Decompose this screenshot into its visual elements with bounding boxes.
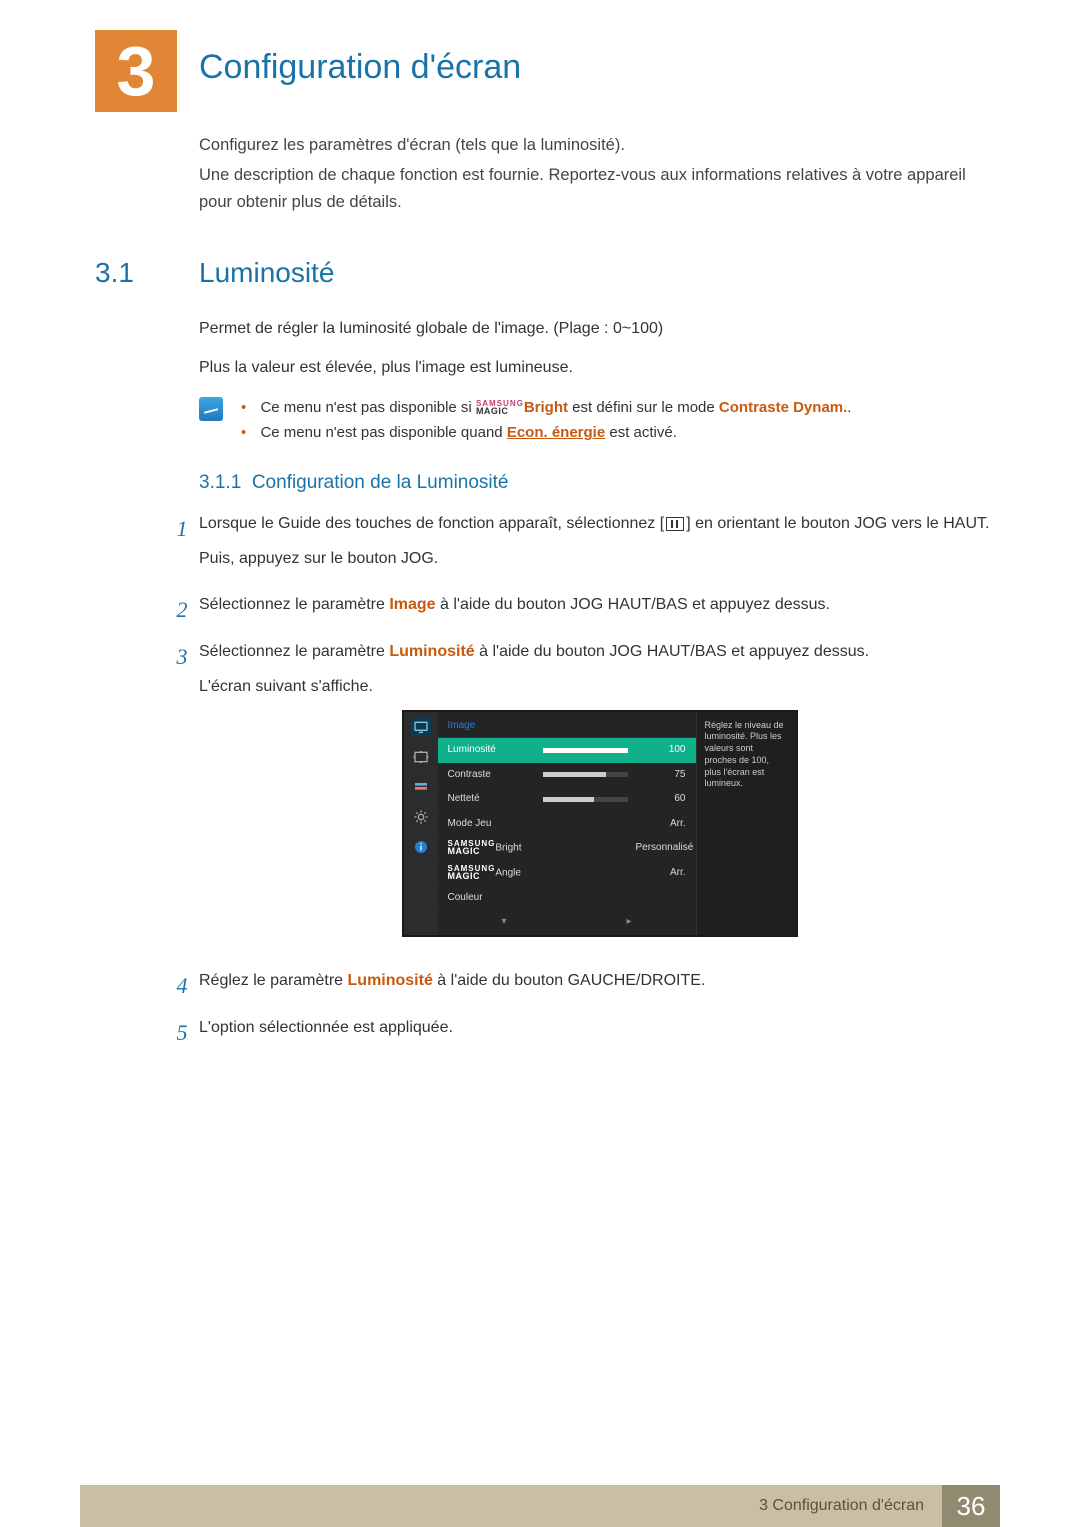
chapter-header: 3 Configuration d'écran	[95, 30, 1000, 112]
osd-row: Contraste75	[438, 763, 696, 788]
osd-row: Luminosité100	[438, 738, 696, 763]
osd-row: SAMSUNGMAGICBrightPersonnalisé	[438, 836, 696, 861]
body-p2: Plus la valeur est élevée, plus l'image …	[199, 356, 1000, 381]
step-list: 1 Lorsque le Guide des touches de foncti…	[165, 512, 1000, 1051]
page-footer: 3 Configuration d'écran 36	[0, 1485, 1080, 1527]
osd-nav-row: ▾ ▸	[438, 910, 696, 935]
note-block: Ce menu n'est pas disponible si SAMSUNGM…	[199, 395, 1000, 446]
chapter-title: Configuration d'écran	[199, 48, 521, 87]
nav-down-icon: ▾	[501, 914, 506, 930]
osd-tab-display-icon	[411, 778, 431, 796]
osd-tab-image-icon	[411, 718, 431, 736]
osd-row: Mode JeuArr.	[438, 812, 696, 837]
step-4: 4 Réglez le paramètre Luminosité à l'aid…	[165, 969, 1000, 1004]
subsection-header: 3.1.1 Configuration de la Luminosité	[199, 472, 1000, 494]
intro-p1: Configurez les paramètres d'écran (tels …	[199, 132, 1000, 158]
footer-page-number: 36	[942, 1485, 1000, 1527]
osd-row: SAMSUNGMAGICAngleArr.	[438, 861, 696, 886]
step-1: 1 Lorsque le Guide des touches de foncti…	[165, 512, 1000, 582]
osd-main: Image Luminosité100Contraste75Netteté60M…	[438, 712, 696, 935]
section-body: Permet de régler la luminosité globale d…	[199, 317, 1000, 381]
intro-p2: Une description de chaque fonction est f…	[199, 162, 1000, 215]
osd-tab-settings-icon	[411, 808, 431, 826]
osd-row: Couleur	[438, 886, 696, 911]
menu-grid-icon	[666, 517, 684, 531]
section-number: 3.1	[95, 257, 199, 289]
subsection-title: Configuration de la Luminosité	[252, 472, 509, 493]
osd-tab-pip-icon	[411, 748, 431, 766]
note-item-2: Ce menu n'est pas disponible quand Econ.…	[241, 420, 851, 446]
note-item-1: Ce menu n'est pas disponible si SAMSUNGM…	[241, 395, 851, 421]
subsection-number: 3.1.1	[199, 472, 241, 493]
section-title: Luminosité	[199, 257, 334, 289]
note-list: Ce menu n'est pas disponible si SAMSUNGM…	[241, 395, 851, 446]
osd-tab-info-icon	[411, 838, 431, 856]
step-5: 5 L'option sélectionnée est appliquée.	[165, 1016, 1000, 1051]
step-3: 3 Sélectionnez le paramètre Luminosité à…	[165, 640, 1000, 957]
osd-title: Image	[438, 712, 696, 739]
osd-sidebar	[404, 712, 438, 935]
osd-row: Netteté60	[438, 787, 696, 812]
osd-menu: Image Luminosité100Contraste75Netteté60M…	[402, 710, 798, 937]
footer-chapter: 3 Configuration d'écran	[80, 1485, 942, 1527]
chapter-number-badge: 3	[95, 30, 177, 112]
step-2: 2 Sélectionnez le paramètre Image à l'ai…	[165, 593, 1000, 628]
body-p1: Permet de régler la luminosité globale d…	[199, 317, 1000, 342]
osd-help-text: Réglez le niveau de luminosité. Plus les…	[696, 712, 796, 935]
section-header: 3.1 Luminosité	[95, 257, 1000, 289]
note-icon	[199, 397, 223, 421]
intro-text: Configurez les paramètres d'écran (tels …	[199, 132, 1000, 215]
nav-right-icon: ▸	[627, 914, 632, 930]
